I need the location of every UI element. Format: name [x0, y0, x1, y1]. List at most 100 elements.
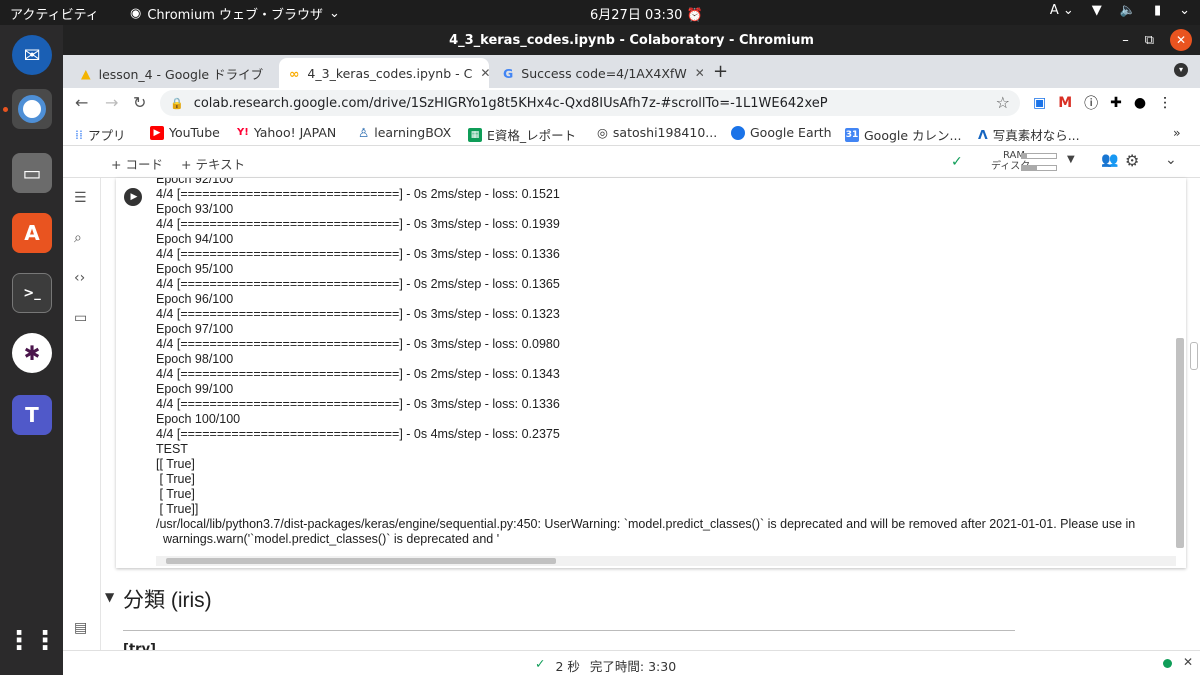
youtube-icon: ▶: [150, 125, 164, 140]
colab-status-bar: ✓ 2 秒 完了時間: 3:30 ✕: [63, 650, 1200, 675]
earth-icon: [731, 125, 745, 140]
tab-success-code[interactable]: G Success code=4/1AX4XfW ✕: [493, 58, 703, 88]
gmail-icon[interactable]: M: [1058, 95, 1072, 111]
bookmark-google-calendar[interactable]: 31 Google カレン...: [845, 125, 961, 144]
calendar-icon: 31: [845, 127, 859, 142]
tab-label: 4_3_keras_codes.ipynb - C: [307, 65, 473, 81]
window-title: 4_3_keras_codes.ipynb - Colaboratory - C…: [449, 32, 814, 48]
wifi-icon: ▼: [1091, 3, 1102, 18]
output-vertical-scrollbar[interactable]: [1176, 338, 1184, 548]
output-line: 4/4 [==============================] - 0…: [156, 307, 560, 321]
bookmark-label: Google Earth: [750, 125, 832, 140]
bookmark-star-icon[interactable]: ☆: [996, 93, 1010, 112]
google-drive-icon: ▲: [81, 65, 91, 81]
output-line: Epoch 94/100: [156, 232, 234, 246]
browser-toolbar: ← → ↻ 🔒 colab.research.google.com/drive/…: [63, 88, 1200, 118]
scrollbar-thumb[interactable]: [166, 558, 556, 564]
bookmark-youtube[interactable]: ▶ YouTube: [150, 125, 220, 140]
extensions-area: ▣ M ⓘ ✚ ● ⋮: [1033, 93, 1172, 113]
slack-icon[interactable]: ✱: [12, 333, 52, 373]
collapse-section-icon[interactable]: ▼: [105, 590, 114, 604]
text-cell-section[interactable]: ▼ 分類 (iris) [try]: [101, 580, 1200, 657]
bookmarks-overflow-icon[interactable]: »: [1173, 125, 1181, 140]
browser-menu-icon[interactable]: ⋮: [1158, 95, 1172, 111]
ubuntu-dock: ✉ ▭ A >_ ✱ T ⋮⋮: [0, 25, 63, 675]
system-clock[interactable]: 6月27日 03:30 ⏰: [590, 4, 703, 23]
run-cell-button[interactable]: ▶: [124, 188, 142, 206]
output-line: Epoch 96/100: [156, 292, 234, 306]
forward-arrow-icon[interactable]: →: [105, 93, 118, 112]
window-titlebar[interactable]: 4_3_keras_codes.ipynb - Colaboratory - C…: [63, 25, 1200, 55]
output-line: 4/4 [==============================] - 0…: [156, 337, 560, 351]
notebook-scrollbar[interactable]: [1190, 342, 1198, 370]
maximize-icon[interactable]: ⧉: [1145, 33, 1154, 48]
output-line: 4/4 [==============================] - 0…: [156, 217, 560, 231]
activities-button[interactable]: アクティビティ: [10, 4, 99, 23]
extension-info-icon[interactable]: ⓘ: [1084, 93, 1098, 113]
completion-time: 完了時間: 3:30: [589, 659, 677, 674]
new-tab-button[interactable]: +: [713, 61, 728, 82]
output-line: Epoch 97/100: [156, 322, 234, 336]
tab-search-icon[interactable]: ▾: [1174, 63, 1188, 77]
minimize-icon[interactable]: –: [1122, 33, 1129, 48]
resources-dropdown-icon[interactable]: ▼: [1067, 154, 1075, 165]
app-menu-label: Chromium ウェブ・ブラウザ: [147, 8, 323, 23]
close-status-icon[interactable]: ✕: [1183, 655, 1193, 669]
chromium-dock-icon[interactable]: [12, 89, 52, 129]
table-of-contents-icon[interactable]: ☰: [74, 190, 87, 206]
apps-grid-icon: ⁞⁞: [75, 127, 83, 142]
profile-avatar-icon[interactable]: ●: [1134, 95, 1146, 111]
share-people-icon[interactable]: 👥: [1101, 152, 1118, 168]
bookmark-github[interactable]: ◎ satoshi198410...: [597, 125, 717, 140]
app-menu[interactable]: ◉ Chromium ウェブ・ブラウザ ⌄: [130, 4, 340, 23]
output-line: 4/4 [==============================] - 0…: [156, 427, 560, 441]
output-line: 4/4 [==============================] - 0…: [156, 367, 560, 381]
terminal-icon[interactable]: >_: [12, 273, 52, 313]
code-snippets-icon[interactable]: ‹›: [74, 270, 85, 286]
tab-colab[interactable]: ∞ 4_3_keras_codes.ipynb - C ✕: [279, 58, 489, 88]
search-icon[interactable]: ⌕: [74, 230, 82, 246]
settings-gear-icon[interactable]: ⚙: [1125, 151, 1139, 170]
add-code-button[interactable]: + コード: [111, 154, 163, 173]
bookmark-apps[interactable]: ⁞⁞ アプリ: [75, 125, 125, 144]
output-line: Epoch 92/100: [156, 178, 234, 186]
bookmark-photo[interactable]: Λ 写真素材なら...: [978, 125, 1080, 144]
files-folder-icon[interactable]: ▭: [74, 310, 87, 326]
bookmark-e-report[interactable]: ▦ E資格_レポート: [468, 125, 576, 144]
back-arrow-icon[interactable]: ←: [75, 93, 88, 112]
files-icon[interactable]: ▭: [12, 153, 52, 193]
software-center-icon[interactable]: A: [12, 213, 52, 253]
close-tab-icon[interactable]: ✕: [695, 66, 703, 80]
output-line: 4/4 [==============================] - 0…: [156, 247, 560, 261]
close-tab-icon[interactable]: ✕: [480, 66, 489, 80]
active-indicator: [3, 107, 8, 112]
volume-icon: 🔈: [1119, 3, 1136, 18]
show-apps-icon[interactable]: ⋮⋮: [6, 621, 58, 661]
bookmark-yahoo[interactable]: Y! Yahoo! JAPAN: [237, 125, 336, 140]
output-line: Epoch 99/100: [156, 382, 234, 396]
bookmark-google-earth[interactable]: Google Earth: [731, 125, 832, 140]
code-cell[interactable]: ▶ Epoch 92/100 4/4 [=====================…: [116, 178, 1186, 568]
checkmark-icon: ✓: [951, 154, 963, 170]
colab-icon: ∞: [289, 65, 300, 81]
tab-google-drive[interactable]: ▲ lesson_4 - Google ドライブ ✕: [71, 58, 271, 88]
address-bar[interactable]: 🔒 colab.research.google.com/drive/1SzHIG…: [160, 90, 1020, 116]
play-icon: ▶: [130, 192, 138, 202]
output-line: [[ True]: [156, 457, 195, 471]
bookmark-label: learningBOX: [374, 125, 452, 140]
execution-status[interactable]: ✓ 2 秒 完了時間: 3:30: [535, 656, 676, 675]
output-horizontal-scrollbar[interactable]: [156, 556, 1176, 566]
system-tray[interactable]: A ⌄ ▼ 🔈 ▮ ⌄: [1050, 3, 1190, 18]
input-method-indicator[interactable]: A ⌄: [1050, 3, 1074, 18]
close-window-icon[interactable]: ✕: [1170, 29, 1192, 51]
extension-icon[interactable]: ▣: [1033, 95, 1046, 111]
puzzle-icon[interactable]: ✚: [1110, 95, 1122, 111]
command-palette-icon[interactable]: ▤: [74, 620, 87, 636]
bookmark-learningbox[interactable]: ♙ learningBOX: [358, 125, 451, 140]
execution-time: 2 秒: [555, 659, 580, 674]
reload-icon[interactable]: ↻: [133, 93, 146, 112]
thunderbird-icon[interactable]: ✉: [12, 35, 52, 75]
teams-icon[interactable]: T: [12, 395, 52, 435]
add-text-button[interactable]: + テキスト: [181, 154, 245, 173]
collapse-header-icon[interactable]: ⌄: [1165, 152, 1177, 168]
